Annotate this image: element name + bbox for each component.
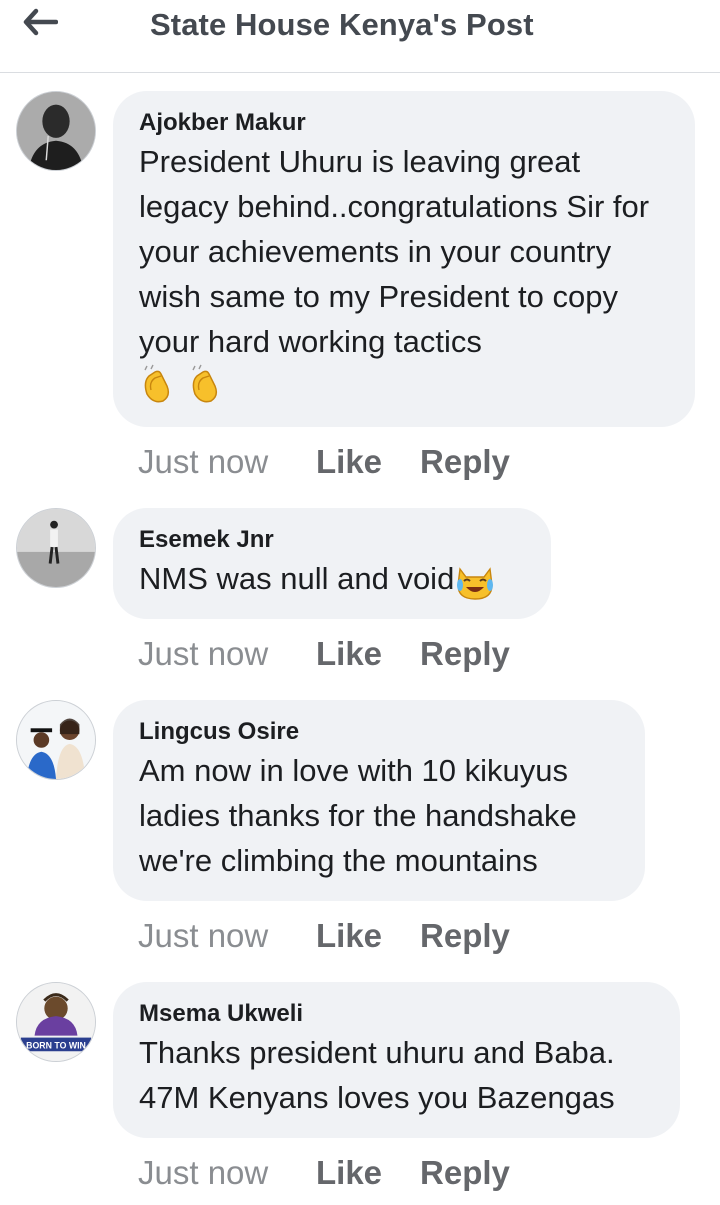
reply-button[interactable]: Reply [420,635,510,673]
comment-bubble: Lingcus Osire Am now in love with 10 kik… [113,700,645,901]
comment-author[interactable]: Esemek Jnr [139,524,525,556]
comment-author[interactable]: Msema Ukweli [139,998,654,1030]
comment-actions: Just now Like Reply [138,443,548,481]
reply-button[interactable]: Reply [420,917,510,955]
avatar-badge-text: BORN TO WIN [26,1040,86,1050]
comment-bubble: Esemek Jnr NMS was null and void [113,508,551,619]
comment-bubble: Ajokber Makur President Uhuru is leaving… [113,91,695,427]
comment-author[interactable]: Lingcus Osire [139,716,619,748]
emoji-row [139,364,669,409]
clapping-hands-icon [144,364,170,403]
comment-text: NMS was null and void [139,561,455,596]
comment-actions: Just now Like Reply [138,1154,548,1192]
like-button[interactable]: Like [316,443,382,481]
like-button[interactable]: Like [316,1154,382,1192]
comment-author[interactable]: Ajokber Makur [139,107,669,139]
comment-timestamp: Just now [138,1154,269,1191]
avatar[interactable] [16,700,96,780]
comment-text: Thanks president uhuru and Baba. 47M Ken… [139,1035,624,1115]
back-arrow-icon [23,8,58,36]
comment-timestamp: Just now [138,635,269,672]
comment-timestamp: Just now [138,443,269,480]
cat-tears-of-joy-icon [457,567,494,600]
reply-button[interactable]: Reply [420,443,510,481]
comment-text: Am now in love with 10 kikuyus ladies th… [139,753,586,878]
comment-timestamp: Just now [138,917,269,954]
avatar[interactable] [16,91,96,171]
like-button[interactable]: Like [316,635,382,673]
comment-bubble: Msema Ukweli Thanks president uhuru and … [113,982,680,1138]
comment-actions: Just now Like Reply [138,917,548,955]
top-bar: State House Kenya's Post [0,0,720,73]
avatar[interactable]: BORN TO WIN [16,982,96,1062]
page-title: State House Kenya's Post [150,7,534,42]
reply-button[interactable]: Reply [420,1154,510,1192]
back-button[interactable] [22,2,72,42]
comment-actions: Just now Like Reply [138,635,548,673]
comment-text-line: NMS was null and void [139,556,525,601]
clapping-hands-icon [192,364,218,403]
comment-text: President Uhuru is leaving great legacy … [139,144,658,359]
avatar[interactable] [16,508,96,588]
like-button[interactable]: Like [316,917,382,955]
